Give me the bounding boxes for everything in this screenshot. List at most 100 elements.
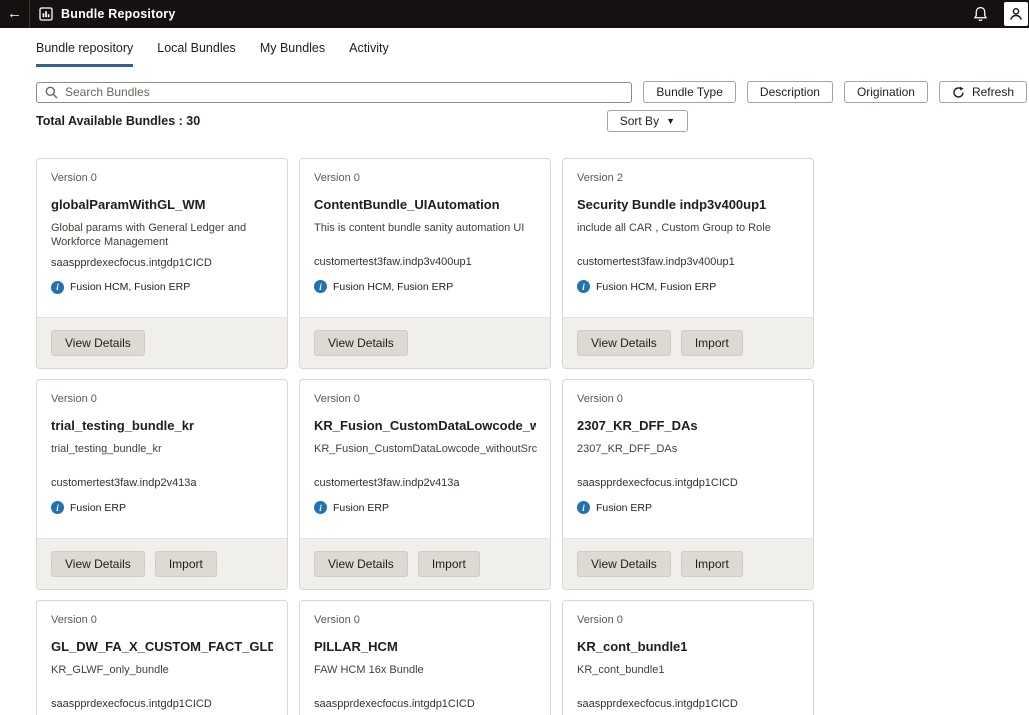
sort-by-dropdown[interactable]: Sort By ▼ xyxy=(607,110,688,132)
tab-my-bundles[interactable]: My Bundles xyxy=(260,41,325,67)
info-icon: i xyxy=(577,501,590,514)
back-button[interactable]: ← xyxy=(0,0,30,28)
bundle-apps: i Fusion HCM, Fusion ERP xyxy=(314,280,536,293)
bundle-source: saaspprdexecfocus.intgdp1CICD xyxy=(577,698,799,710)
bundle-title: PILLAR_HCM xyxy=(314,639,536,654)
bundle-card-body: Version 0 KR_cont_bundle1 KR_cont_bundle… xyxy=(563,601,813,715)
bundle-card-footer: View Details Import xyxy=(37,538,287,589)
tab-bundle-repository[interactable]: Bundle repository xyxy=(36,41,133,67)
bundle-apps: i Fusion ERP xyxy=(51,501,273,514)
bundle-apps-text: Fusion HCM, Fusion ERP xyxy=(596,281,716,293)
info-icon: i xyxy=(314,501,327,514)
import-button[interactable]: Import xyxy=(155,551,217,577)
bundle-card-footer: View Details xyxy=(37,317,287,368)
bundle-card: Version 0 trial_testing_bundle_kr trial_… xyxy=(36,379,288,590)
info-icon: i xyxy=(51,281,64,294)
bundle-version: Version 0 xyxy=(314,614,536,626)
summary-row: Total Available Bundles : 30 Sort By ▼ xyxy=(36,110,1029,132)
search-input[interactable] xyxy=(65,85,623,99)
bundle-source: saaspprdexecfocus.intgdp1CICD xyxy=(577,477,799,489)
bundle-card-footer: View Details xyxy=(300,317,550,368)
bundle-source: saaspprdexecfocus.intgdp1CICD xyxy=(314,698,536,710)
bundle-card-body: Version 0 trial_testing_bundle_kr trial_… xyxy=(37,380,287,538)
bundle-type-button[interactable]: Bundle Type xyxy=(643,81,736,103)
bundle-card-footer: View Details Import xyxy=(563,538,813,589)
bundle-title: globalParamWithGL_WM xyxy=(51,197,273,212)
bundle-apps-text: Fusion ERP xyxy=(333,502,389,514)
tab-activity[interactable]: Activity xyxy=(349,41,389,67)
bundle-card-body: Version 0 ContentBundle_UIAutomation Thi… xyxy=(300,159,550,317)
top-bar: ← Bundle Repository xyxy=(0,0,1029,28)
notifications-bell-icon[interactable] xyxy=(973,6,988,22)
bundle-version: Version 0 xyxy=(51,393,273,405)
origination-button[interactable]: Origination xyxy=(844,81,928,103)
bundle-version: Version 0 xyxy=(314,393,536,405)
import-button[interactable]: Import xyxy=(681,330,743,356)
page-title: Bundle Repository xyxy=(61,7,176,21)
bundle-apps-text: Fusion HCM, Fusion ERP xyxy=(333,281,453,293)
import-button[interactable]: Import xyxy=(418,551,480,577)
view-details-button[interactable]: View Details xyxy=(51,551,145,577)
user-avatar[interactable] xyxy=(1004,2,1028,26)
tab-bar: Bundle repository Local Bundles My Bundl… xyxy=(0,28,1029,67)
bundle-apps-text: Fusion ERP xyxy=(596,502,652,514)
info-icon: i xyxy=(51,501,64,514)
bundle-description: This is content bundle sanity automation… xyxy=(314,221,536,249)
import-button[interactable]: Import xyxy=(681,551,743,577)
info-icon: i xyxy=(314,280,327,293)
bundle-card-footer: View Details Import xyxy=(300,538,550,589)
bundle-source: customertest3faw.indp3v400up1 xyxy=(577,256,799,268)
bundle-card: Version 0 PILLAR_HCM FAW HCM 16x Bundle … xyxy=(299,600,551,715)
bundle-version: Version 0 xyxy=(577,393,799,405)
bundle-source: customertest3faw.indp2v413a xyxy=(314,477,536,489)
view-details-button[interactable]: View Details xyxy=(577,551,671,577)
chevron-down-icon: ▼ xyxy=(666,116,675,126)
tab-local-bundles[interactable]: Local Bundles xyxy=(157,41,236,67)
view-details-button[interactable]: View Details xyxy=(577,330,671,356)
bundle-description: KR_cont_bundle1 xyxy=(577,663,799,691)
bundle-title: ContentBundle_UIAutomation xyxy=(314,197,536,212)
bundle-source: customertest3faw.indp2v413a xyxy=(51,477,273,489)
search-icon xyxy=(45,86,58,99)
bundle-description: 2307_KR_DFF_DAs xyxy=(577,442,799,470)
refresh-label: Refresh xyxy=(972,85,1014,99)
bundle-version: Version 2 xyxy=(577,172,799,184)
bundle-description: include all CAR , Custom Group to Role xyxy=(577,221,799,249)
bundle-apps-text: Fusion ERP xyxy=(70,502,126,514)
bundle-card: Version 0 globalParamWithGL_WM Global pa… xyxy=(36,158,288,369)
bundle-title: Security Bundle indp3v400up1 xyxy=(577,197,799,212)
bundle-version: Version 0 xyxy=(51,614,273,626)
info-icon: i xyxy=(577,280,590,293)
sort-by-label: Sort By xyxy=(620,114,659,128)
toolbar: Bundle Type Description Origination Refr… xyxy=(36,81,1027,103)
bundle-card: Version 0 KR_Fusion_CustomDataLowcode_wi… xyxy=(299,379,551,590)
bundle-description: KR_Fusion_CustomDataLowcode_withoutSrc xyxy=(314,442,536,470)
bundle-card: Version 0 2307_KR_DFF_DAs 2307_KR_DFF_DA… xyxy=(562,379,814,590)
refresh-button[interactable]: Refresh xyxy=(939,81,1027,103)
bundle-title: 2307_KR_DFF_DAs xyxy=(577,418,799,433)
bundle-source: saaspprdexecfocus.intgdp1CICD xyxy=(51,257,273,269)
bundle-card-body: Version 2 Security Bundle indp3v400up1 i… xyxy=(563,159,813,317)
view-details-button[interactable]: View Details xyxy=(314,551,408,577)
bundle-description: Global params with General Ledger and Wo… xyxy=(51,221,273,250)
bundle-card: Version 0 GL_DW_FA_X_CUSTOM_FACT_GLDET..… xyxy=(36,600,288,715)
bundle-apps: i Fusion ERP xyxy=(314,501,536,514)
bundle-description: trial_testing_bundle_kr xyxy=(51,442,273,470)
person-icon xyxy=(1008,6,1024,22)
view-details-button[interactable]: View Details xyxy=(314,330,408,356)
bundle-apps: i Fusion ERP xyxy=(577,501,799,514)
bundle-card: Version 2 Security Bundle indp3v400up1 i… xyxy=(562,158,814,369)
bundle-card-body: Version 0 KR_Fusion_CustomDataLowcode_wi… xyxy=(300,380,550,538)
bundle-version: Version 0 xyxy=(51,172,273,184)
description-button[interactable]: Description xyxy=(747,81,833,103)
bundle-card-body: Version 0 2307_KR_DFF_DAs 2307_KR_DFF_DA… xyxy=(563,380,813,538)
bundle-version: Version 0 xyxy=(577,614,799,626)
bundle-title: GL_DW_FA_X_CUSTOM_FACT_GLDET... xyxy=(51,639,273,654)
bundle-apps: i Fusion HCM, Fusion ERP xyxy=(51,281,273,294)
bundle-apps: i Fusion HCM, Fusion ERP xyxy=(577,280,799,293)
bundle-app-icon xyxy=(39,7,53,21)
bundle-version: Version 0 xyxy=(314,172,536,184)
bundle-card-body: Version 0 GL_DW_FA_X_CUSTOM_FACT_GLDET..… xyxy=(37,601,287,715)
bundle-source: customertest3faw.indp3v400up1 xyxy=(314,256,536,268)
view-details-button[interactable]: View Details xyxy=(51,330,145,356)
